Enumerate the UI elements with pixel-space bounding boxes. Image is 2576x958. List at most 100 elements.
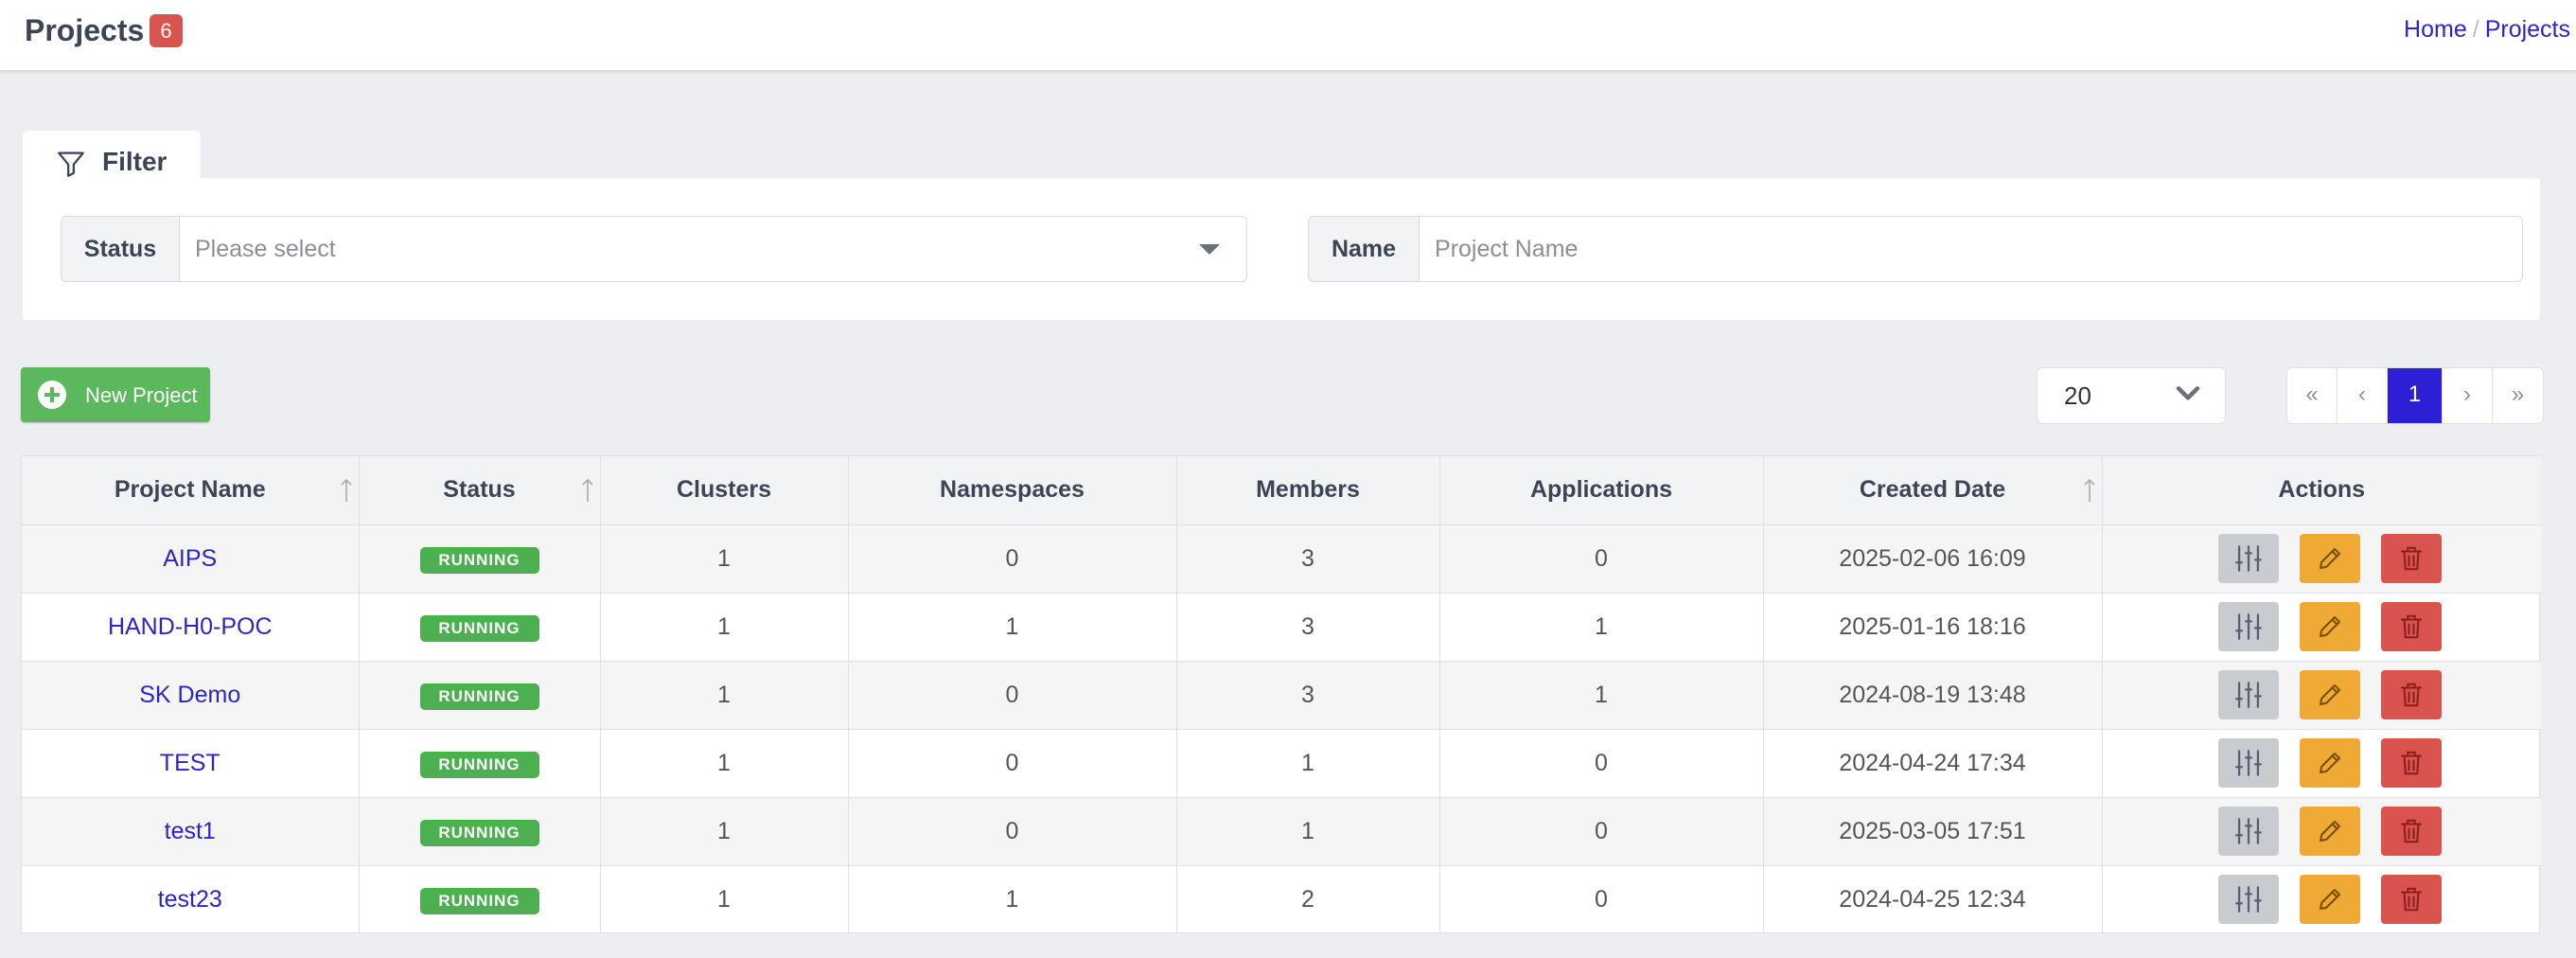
top-bar: Projects 6 Home / Projects [0,0,2576,70]
delete-button[interactable] [2381,875,2443,925]
project-name-cell: test23 [22,865,360,933]
projects-table: Project Name Status Clusters Namespaces … [21,455,2541,933]
table-header-row: Project Name Status Clusters Namespaces … [22,456,2541,525]
status-badge: RUNNING [419,614,539,642]
sliders-icon [2235,682,2263,708]
configure-button[interactable] [2218,602,2280,651]
project-name-link[interactable]: SK Demo [139,682,240,708]
delete-button[interactable] [2381,602,2443,651]
status-cell: RUNNING [359,729,601,798]
status-cell: RUNNING [359,661,601,730]
sliders-icon [2235,613,2263,640]
project-name-link[interactable]: HAND-H0-POC [108,613,273,640]
page-1-button[interactable]: 1 [2388,368,2443,423]
filter-tab[interactable]: Filter [23,131,201,180]
edit-button[interactable] [2300,807,2361,856]
sort-arrow-icon [581,478,593,502]
created-date-cell: 2025-01-16 18:16 [1763,593,2103,662]
project-name-link[interactable]: AIPS [163,545,217,572]
sliders-icon [2235,886,2263,914]
members-cell: 3 [1176,524,1440,594]
namespaces-cell: 0 [848,661,1177,730]
actions-cell [2102,661,2541,730]
page-size-select[interactable]: 20 [2037,367,2226,424]
project-name-cell: test1 [22,797,360,866]
members-cell: 3 [1176,593,1440,662]
status-select[interactable]: Please select [179,216,1247,282]
delete-button[interactable] [2381,807,2443,856]
edit-button[interactable] [2300,534,2361,583]
status-cell: RUNNING [359,593,601,662]
members-cell: 3 [1176,661,1440,730]
column-header-members: Members [1176,456,1440,525]
last-page-button[interactable]: » [2493,368,2543,423]
column-header-created-date[interactable]: Created Date [1763,456,2103,525]
pencil-icon [2320,684,2341,705]
clusters-cell: 1 [600,524,849,594]
filter-icon [58,151,84,177]
sliders-icon [2235,545,2263,572]
status-badge: RUNNING [419,751,539,778]
page-size-value: 20 [2064,381,2091,410]
project-name-link[interactable]: TEST [160,750,221,776]
trash-icon [2401,683,2423,707]
configure-button[interactable] [2218,807,2280,856]
chevron-down-icon [2176,386,2200,400]
applications-cell: 0 [1439,797,1764,866]
project-name-input[interactable] [1435,236,2468,263]
actions-cell [2102,593,2541,662]
created-date-cell: 2024-04-24 17:34 [1763,729,2103,798]
members-cell: 2 [1176,865,1440,933]
configure-button[interactable] [2218,670,2280,719]
project-name-link[interactable]: test23 [158,886,222,913]
trash-icon [2401,751,2423,775]
pencil-icon [2320,889,2341,911]
column-header-project-name[interactable]: Project Name [22,456,360,525]
configure-button[interactable] [2218,875,2280,925]
sliders-icon [2235,818,2263,844]
actions-cell [2102,865,2541,933]
project-name-field [1419,216,2523,282]
created-date-cell: 2025-03-05 17:51 [1763,797,2103,866]
trash-icon [2401,819,2423,843]
namespaces-cell: 0 [848,729,1177,798]
clusters-cell: 1 [600,729,849,798]
first-page-button[interactable]: « [2287,368,2338,423]
breadcrumb-home-link[interactable]: Home [2404,16,2467,43]
project-count-badge: 6 [150,14,183,47]
table-row: AIPS RUNNING 1 0 3 0 2025-02-06 16:09 [22,524,2541,594]
status-filter-label: Status [61,216,180,282]
edit-button[interactable] [2300,670,2361,719]
delete-button[interactable] [2381,534,2443,583]
plus-circle-icon [38,381,66,409]
column-header-actions: Actions [2102,456,2541,525]
members-cell: 1 [1176,729,1440,798]
members-cell: 1 [1176,797,1440,866]
column-header-status[interactable]: Status [359,456,601,525]
delete-button[interactable] [2381,738,2443,788]
applications-cell: 0 [1439,524,1764,594]
table-row: SK Demo RUNNING 1 0 3 1 2024-08-19 13:48 [22,661,2541,730]
edit-button[interactable] [2300,602,2361,651]
prev-page-button[interactable]: ‹ [2338,368,2388,423]
new-project-button[interactable]: New Project [21,367,210,422]
status-cell: RUNNING [359,865,601,933]
created-date-cell: 2024-08-19 13:48 [1763,661,2103,730]
configure-button[interactable] [2218,534,2280,583]
trash-icon [2401,614,2423,639]
project-name-link[interactable]: test1 [165,818,216,844]
sliders-icon [2235,750,2263,776]
pencil-icon [2320,616,2341,637]
column-header-applications: Applications [1439,456,1764,525]
edit-button[interactable] [2300,738,2361,788]
pencil-icon [2320,753,2341,773]
configure-button[interactable] [2218,738,2280,788]
namespaces-cell: 0 [848,797,1177,866]
clusters-cell: 1 [600,865,849,933]
edit-button[interactable] [2300,875,2361,925]
delete-button[interactable] [2381,670,2443,719]
namespaces-cell: 1 [848,593,1177,662]
project-name-cell: HAND-H0-POC [22,593,360,662]
next-page-button[interactable]: › [2443,368,2493,423]
status-badge: RUNNING [419,546,539,574]
